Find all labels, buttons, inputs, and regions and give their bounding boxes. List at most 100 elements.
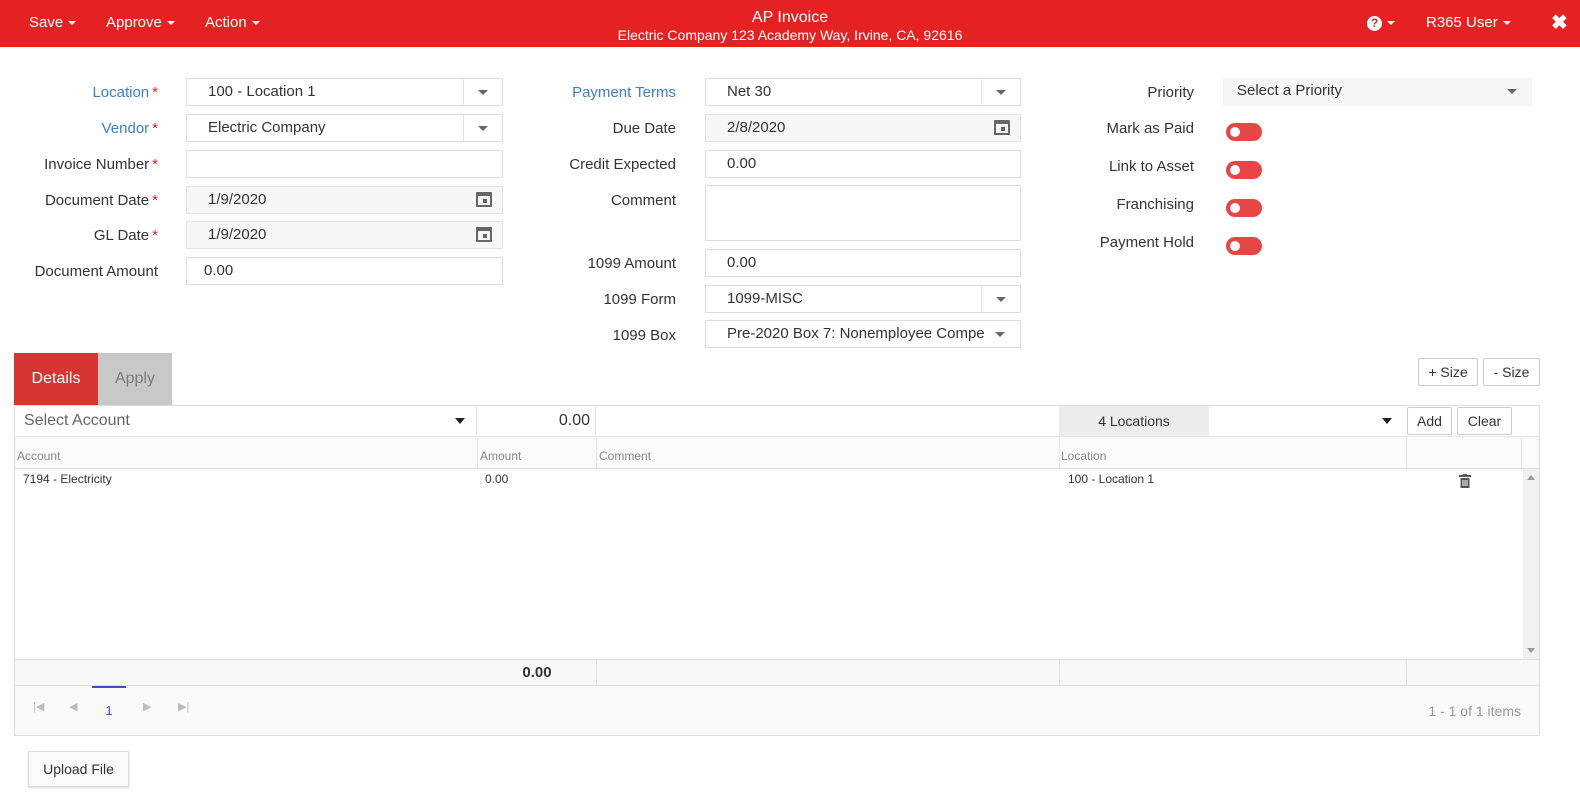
column-divider: [1521, 438, 1522, 469]
scroll-up-icon[interactable]: [1527, 475, 1535, 480]
form-1099-select[interactable]: 1099-MISC: [705, 285, 1021, 313]
dropdown-button[interactable]: [463, 79, 502, 105]
size-minus-button[interactable]: - Size: [1483, 358, 1540, 386]
column-header-account[interactable]: Account: [17, 449, 60, 463]
help-menu[interactable]: ?: [1367, 14, 1395, 31]
location-select[interactable]: 100 - Location 1: [186, 78, 503, 106]
document-amount-label: Document Amount: [34, 263, 158, 280]
scroll-down-icon[interactable]: [1527, 648, 1535, 653]
invoice-number-input[interactable]: [186, 150, 503, 178]
upload-file-button[interactable]: Upload File: [28, 751, 129, 787]
priority-placeholder: Select a Priority: [1237, 82, 1343, 99]
form-1099-label: 1099 Form: [603, 291, 676, 308]
location-value: 100 - Location 1: [208, 83, 316, 100]
gl-date-picker[interactable]: 1/9/2020: [186, 221, 503, 249]
table-row[interactable]: 7194 - Electricity 0.00 100 - Location 1: [15, 469, 1523, 489]
calendar-icon[interactable]: [476, 192, 492, 207]
grid-scrollbar[interactable]: [1523, 469, 1539, 659]
add-button[interactable]: Add: [1407, 407, 1452, 435]
column-header-amount[interactable]: Amount: [480, 449, 521, 463]
payment-terms-label: Payment Terms: [572, 84, 676, 101]
column-header-comment[interactable]: Comment: [599, 449, 651, 463]
dropdown-button[interactable]: [981, 286, 1020, 312]
close-icon[interactable]: ✖: [1551, 10, 1568, 35]
next-page-icon[interactable]: ▶: [143, 700, 151, 713]
required-mark: *: [152, 120, 158, 137]
due-date-picker[interactable]: 2/8/2020: [705, 114, 1021, 142]
link-to-asset-toggle[interactable]: [1226, 161, 1262, 179]
required-mark: *: [152, 192, 158, 209]
column-divider: [1059, 660, 1060, 686]
dropdown-button[interactable]: [981, 321, 1020, 347]
link-to-asset-label: Link to Asset: [1108, 158, 1194, 175]
calendar-icon[interactable]: [476, 227, 492, 242]
comment-textarea[interactable]: [705, 185, 1021, 241]
payment-hold-label: Payment Hold: [1099, 234, 1194, 251]
comment-label: Comment: [610, 192, 676, 209]
document-date-value: 1/9/2020: [208, 191, 267, 208]
current-page-indicator: [92, 686, 126, 688]
account-select[interactable]: Select Account: [15, 406, 477, 436]
chevron-down-icon: [996, 90, 1006, 95]
vendor-select[interactable]: Electric Company: [186, 114, 503, 142]
dropdown-button[interactable]: [463, 115, 502, 141]
chevron-down-icon: [996, 297, 1006, 302]
chevron-down-icon[interactable]: [1382, 418, 1392, 424]
franchising-label: Franchising: [1116, 196, 1194, 213]
calendar-icon[interactable]: [994, 120, 1010, 135]
size-plus-button[interactable]: + Size: [1418, 358, 1478, 386]
due-date-label: Due Date: [612, 120, 676, 137]
location-select[interactable]: [1209, 406, 1405, 436]
invoice-number-label: Invoice Number *: [20, 155, 158, 175]
last-page-icon[interactable]: ▶|: [178, 700, 189, 713]
chevron-down-icon: [478, 126, 488, 131]
previous-page-icon[interactable]: ◀: [69, 700, 77, 713]
dropdown-button[interactable]: [981, 79, 1020, 105]
gl-date-label-text: GL Date: [93, 227, 150, 244]
payment-terms-value: Net 30: [727, 83, 772, 100]
required-mark: *: [152, 227, 158, 244]
row-account: 7194 - Electricity: [23, 472, 112, 486]
franchising-toggle[interactable]: [1226, 199, 1262, 217]
tab-apply[interactable]: Apply: [98, 353, 172, 405]
required-mark: *: [152, 84, 158, 101]
payment-hold-toggle[interactable]: [1226, 237, 1262, 255]
document-date-label-text: Document Date: [44, 192, 150, 209]
document-amount-input[interactable]: 0.00: [186, 257, 503, 285]
clear-button[interactable]: Clear: [1457, 407, 1512, 435]
dropdown-button[interactable]: [1493, 78, 1532, 104]
document-date-picker[interactable]: 1/9/2020: [186, 186, 503, 214]
payment-terms-select[interactable]: Net 30: [705, 78, 1021, 106]
pager: |◀ ◀ 1 ▶ ▶| 1 - 1 of 1 items: [15, 686, 1539, 735]
vendor-value: Electric Company: [208, 119, 326, 136]
question-circle-icon: ?: [1367, 15, 1382, 31]
tab-details[interactable]: Details: [14, 353, 98, 405]
amount-input[interactable]: 0.00: [478, 406, 596, 436]
credit-expected-input[interactable]: 0.00: [705, 150, 1021, 178]
trash-icon[interactable]: [1459, 474, 1471, 488]
locations-button[interactable]: 4 Locations: [1059, 406, 1209, 436]
column-divider: [596, 660, 597, 686]
amount-total: 0.00: [522, 664, 552, 681]
grid-header: Account Amount Comment Location: [15, 438, 1539, 469]
entry-row: Select Account 0.00 4 Locations Add Clea…: [15, 406, 1539, 437]
mark-as-paid-toggle[interactable]: [1226, 123, 1262, 141]
comment-input[interactable]: [597, 406, 1059, 436]
page-title: AP Invoice: [751, 9, 829, 26]
column-header-location[interactable]: Location: [1061, 449, 1106, 463]
priority-label: Priority: [1147, 84, 1194, 101]
current-page[interactable]: 1: [92, 703, 126, 718]
first-page-icon[interactable]: |◀: [33, 700, 44, 713]
box-1099-select[interactable]: Pre-2020 Box 7: Nonemployee Compe: [705, 320, 1021, 348]
due-date-value: 2/8/2020: [727, 119, 786, 136]
gl-date-label: GL Date *: [20, 226, 158, 246]
mark-as-paid-label: Mark as Paid: [1106, 120, 1194, 137]
amount-1099-input[interactable]: 0.00: [705, 249, 1021, 277]
vendor-label: Vendor *: [20, 119, 158, 139]
column-divider: [596, 438, 597, 469]
row-location: 100 - Location 1: [1068, 472, 1155, 486]
chevron-down-icon[interactable]: [455, 418, 465, 424]
priority-select[interactable]: Select a Priority: [1223, 78, 1532, 106]
user-menu[interactable]: R365 User: [1426, 14, 1511, 31]
column-divider: [1059, 438, 1060, 469]
